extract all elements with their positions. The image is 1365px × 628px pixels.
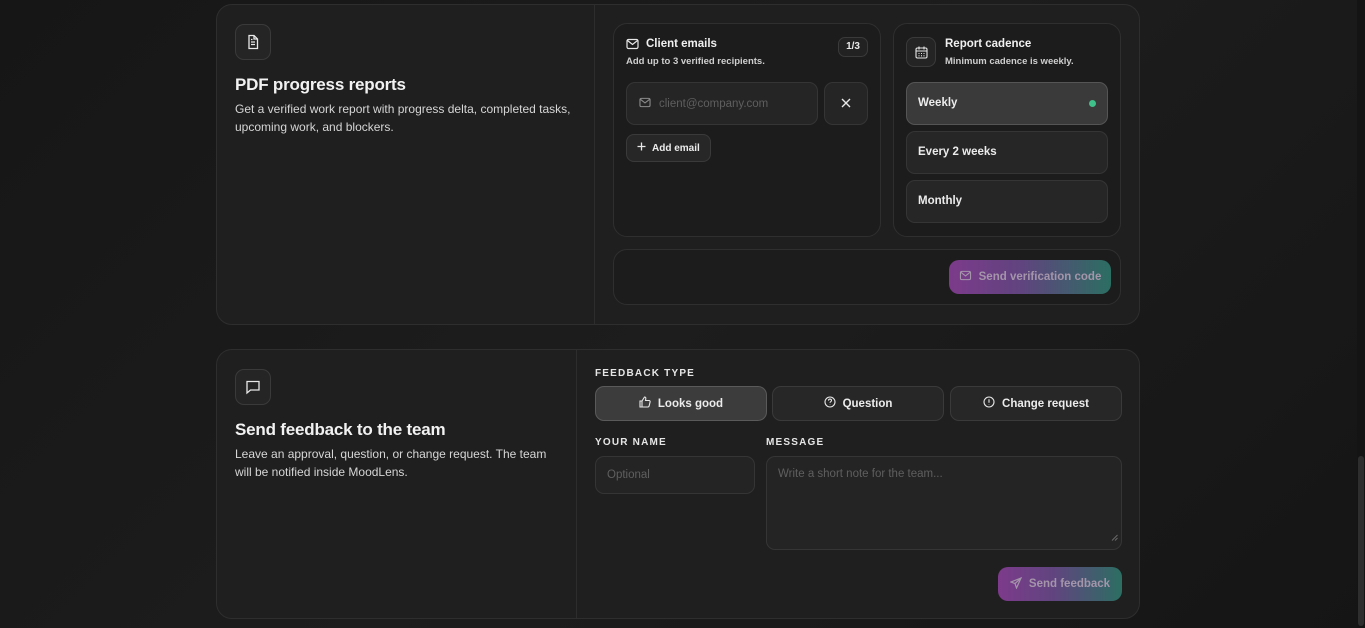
name-field-wrapper — [595, 456, 755, 494]
client-email-input[interactable] — [659, 97, 809, 110]
mail-icon — [626, 37, 639, 55]
feedback-type-looks-good[interactable]: Looks good — [595, 386, 767, 421]
pdf-reports-description: Get a verified work report with progress… — [235, 102, 571, 134]
feedback-type-question[interactable]: Question — [772, 386, 944, 421]
send-verification-code-label: Send verification code — [978, 271, 1102, 283]
mail-icon — [959, 270, 972, 284]
plus-icon — [637, 142, 646, 154]
message-textarea[interactable] — [778, 468, 1110, 538]
feedback-card: Send feedback to the team Leave an appro… — [216, 349, 1140, 619]
pdf-reports-title: PDF progress reports — [235, 75, 406, 94]
client-emails-panel: Client emails Add up to 3 verified recip… — [613, 23, 881, 237]
remove-email-button[interactable] — [824, 82, 868, 125]
alert-circle-icon — [983, 396, 995, 411]
verification-panel: Send verification code — [613, 249, 1121, 305]
mail-icon — [639, 95, 651, 113]
resize-handle-icon[interactable] — [1111, 528, 1118, 546]
feedback-description: Leave an approval, question, or change r… — [235, 447, 547, 479]
add-email-label: Add email — [652, 142, 700, 154]
send-feedback-label: Send feedback — [1028, 578, 1111, 590]
pdf-reports-card: PDF progress reports Get a verified work… — [216, 4, 1140, 325]
add-email-button[interactable]: Add email — [626, 134, 711, 162]
feedback-type-label: Change request — [1002, 397, 1089, 410]
send-icon — [1009, 576, 1023, 592]
question-circle-icon — [824, 396, 836, 411]
cadence-option-label: Weekly — [918, 97, 958, 109]
email-count-badge: 1/3 — [838, 37, 868, 57]
close-icon — [841, 95, 851, 113]
feedback-title: Send feedback to the team — [235, 420, 446, 439]
client-emails-subtitle: Add up to 3 verified recipients. — [626, 56, 765, 67]
report-cadence-panel: Report cadence Minimum cadence is weekly… — [893, 23, 1121, 237]
chat-bubble-icon — [235, 369, 271, 405]
client-email-field-wrapper — [626, 82, 818, 125]
message-field-wrapper — [766, 456, 1122, 550]
cadence-option-label: Every 2 weeks — [918, 146, 997, 158]
message-label: MESSAGE — [766, 437, 825, 448]
feedback-type-label: Question — [842, 397, 893, 410]
send-feedback-button[interactable]: Send feedback — [998, 567, 1122, 601]
cadence-option-weekly[interactable]: Weekly — [906, 82, 1108, 125]
send-verification-code-button[interactable]: Send verification code — [949, 260, 1111, 294]
cadence-option-monthly[interactable]: Monthly — [906, 180, 1108, 223]
feedback-type-change-request[interactable]: Change request — [950, 386, 1122, 421]
client-emails-title: Client emails — [646, 38, 717, 50]
pdf-reports-info: PDF progress reports Get a verified work… — [217, 5, 595, 324]
report-cadence-subtitle: Minimum cadence is weekly. — [945, 56, 1074, 67]
feedback-info: Send feedback to the team Leave an appro… — [217, 350, 577, 618]
cadence-option-every-2-weeks[interactable]: Every 2 weeks — [906, 131, 1108, 174]
your-name-label: YOUR NAME — [595, 437, 667, 448]
feedback-type-label: Looks good — [657, 397, 724, 410]
thumbs-up-icon — [639, 396, 651, 411]
page-scrollbar[interactable] — [1357, 0, 1365, 628]
document-icon — [235, 24, 271, 60]
cadence-option-label: Monthly — [918, 195, 963, 207]
calendar-icon — [906, 37, 936, 67]
selected-dot-icon — [1089, 100, 1096, 107]
scrollbar-thumb[interactable] — [1358, 456, 1364, 626]
report-cadence-title: Report cadence — [945, 38, 1032, 50]
feedback-type-label: FEEDBACK TYPE — [595, 368, 696, 379]
name-input[interactable] — [607, 469, 747, 481]
